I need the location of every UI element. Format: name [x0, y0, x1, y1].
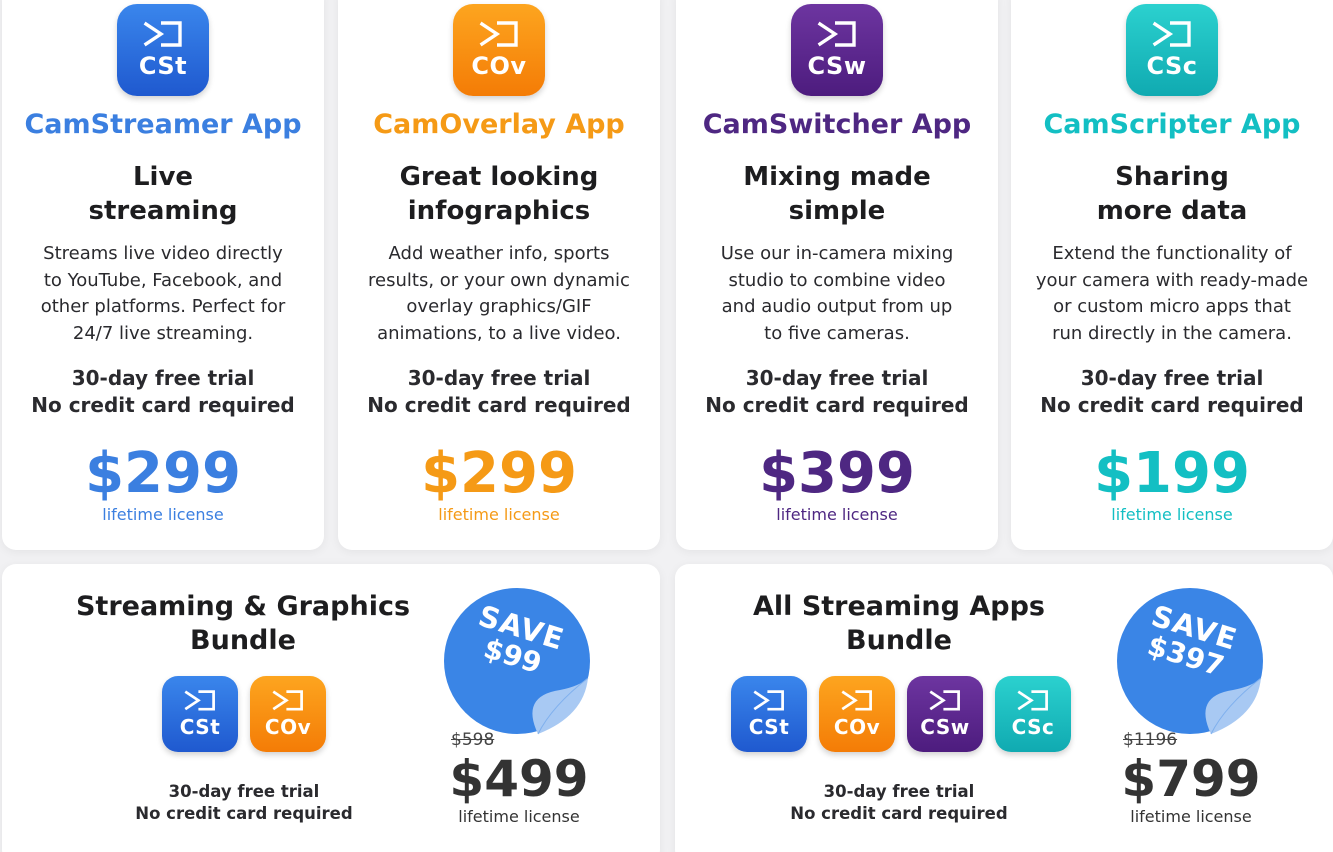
camswitcher-logo-icon: CSw	[791, 4, 883, 96]
app-description: Streams live video directly to YouTube, F…	[40, 243, 286, 344]
bundle-app-logos: CSt COv CSw CSc	[731, 676, 1071, 752]
save-sticker: SAVE $99	[442, 586, 592, 736]
save-sticker: SAVE $397	[1115, 586, 1265, 736]
bundle-card-streaming-graphics[interactable]: Streaming & Graphics Bundle CSt COv 30-da…	[2, 564, 660, 852]
app-tagline: Mixing made simple	[743, 162, 931, 226]
app-name[interactable]: CamSwitcher App	[676, 109, 998, 141]
bundle-card-all-streaming[interactable]: All Streaming Apps Bundle CSt COv CSw CSc…	[675, 564, 1333, 852]
app-description: Extend the functionality of your camera w…	[1035, 243, 1309, 344]
camstreamer-logo-icon: CSt	[162, 676, 238, 752]
license-label: lifetime license	[1130, 807, 1252, 826]
app-card-camswitcher[interactable]: CSw CamSwitcher App Mixing made simple Us…	[676, 0, 998, 550]
app-card-camstreamer[interactable]: CSt CamStreamer App Live streaming Stream…	[2, 0, 324, 550]
bundle-title: All Streaming Apps Bundle	[753, 591, 1045, 656]
app-tagline: Sharing more data	[1096, 162, 1248, 226]
camoverlay-logo-icon: COv	[453, 4, 545, 96]
app-name[interactable]: CamScripter App	[1011, 109, 1333, 141]
bundle-price: $799	[1121, 750, 1261, 808]
app-tagline: Live streaming	[88, 162, 238, 226]
bundle-title: Streaming & Graphics Bundle	[75, 591, 411, 656]
bundle-app-logos: CSt COv	[162, 676, 326, 752]
trial-info: 30-day free trial No credit card required	[135, 782, 353, 823]
app-tagline: Great looking infographics	[399, 162, 599, 226]
license-label: lifetime license	[458, 807, 580, 826]
trial-info: 30-day free trial No credit card required	[1040, 366, 1304, 417]
app-name[interactable]: CamOverlay App	[338, 109, 660, 141]
camscripter-logo-icon: CSc	[995, 676, 1071, 752]
old-price: $1196	[1123, 730, 1178, 750]
trial-info: 30-day free trial No credit card required	[705, 366, 969, 417]
app-name[interactable]: CamStreamer App	[2, 109, 324, 141]
app-description: Add weather info, sports results, or your…	[368, 243, 630, 344]
trial-info: 30-day free trial No credit card required	[367, 366, 631, 417]
camoverlay-logo-icon: COv	[819, 676, 895, 752]
old-price: $598	[451, 730, 495, 750]
trial-info: 30-day free trial No credit card required	[31, 366, 295, 417]
trial-info: 30-day free trial No credit card required	[790, 782, 1008, 823]
camswitcher-logo-icon: CSw	[907, 676, 983, 752]
camoverlay-logo-icon: COv	[250, 676, 326, 752]
app-price: $299	[85, 441, 241, 506]
camscripter-logo-icon: CSc	[1126, 4, 1218, 96]
app-price: $199	[1094, 441, 1250, 506]
license-label: lifetime license	[1111, 505, 1233, 524]
app-description: Use our in-camera mixing studio to combin…	[720, 243, 954, 344]
camstreamer-logo-icon: CSt	[117, 4, 209, 96]
license-label: lifetime license	[438, 505, 560, 524]
app-card-camoverlay[interactable]: COv CamOverlay App Great looking infograp…	[338, 0, 660, 550]
license-label: lifetime license	[776, 505, 898, 524]
bundle-price: $499	[449, 750, 589, 808]
app-card-camscripter[interactable]: CSc CamScripter App Sharing more data Ext…	[1011, 0, 1333, 550]
app-price: $299	[421, 441, 577, 506]
camstreamer-logo-icon: CSt	[731, 676, 807, 752]
license-label: lifetime license	[102, 505, 224, 524]
app-price: $399	[759, 441, 915, 506]
